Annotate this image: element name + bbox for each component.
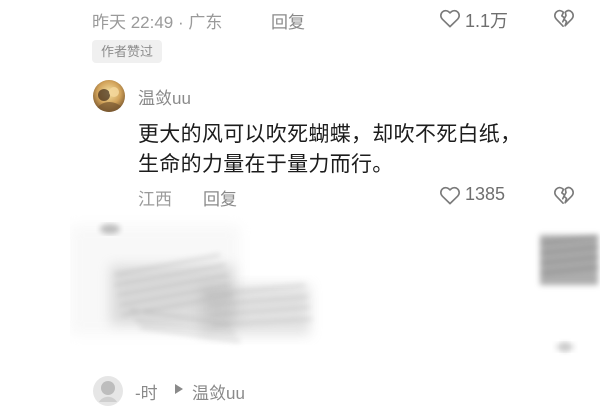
reply-button[interactable]: 回复	[271, 8, 305, 33]
heart-outline-icon	[440, 9, 460, 28]
play-arrow-icon	[173, 383, 185, 395]
broken-heart-icon	[554, 186, 574, 204]
obscured-content	[70, 215, 600, 375]
scribble-redaction	[70, 224, 599, 353]
comment-location: 江西	[138, 190, 172, 209]
like-count: 1.1万	[465, 11, 509, 31]
like-button[interactable]	[438, 184, 462, 206]
avatar[interactable]	[93, 80, 125, 112]
like-button[interactable]	[438, 7, 462, 29]
reply-to-username[interactable]: 温敛uu	[192, 379, 245, 404]
reply-username[interactable]: -时	[135, 379, 158, 404]
dislike-button[interactable]	[552, 184, 576, 206]
comment-text-line-1: 更大的风可以吹死蝴蝶，却吹不死白纸，	[138, 123, 522, 146]
like-count: 1385	[465, 184, 506, 204]
comment-text-line-2: 生命的力量在于量力而行。	[138, 153, 394, 176]
comment-username[interactable]: 温敛uu	[138, 84, 191, 109]
author-liked-badge: 作者赞过	[92, 40, 163, 63]
avatar-image	[93, 376, 123, 406]
broken-heart-icon	[554, 9, 574, 27]
reply-button[interactable]: 回复	[203, 185, 237, 210]
avatar-image	[93, 80, 125, 112]
dislike-button[interactable]	[552, 7, 576, 29]
heart-outline-icon	[440, 186, 460, 205]
avatar[interactable]	[93, 376, 123, 406]
comment-time-location: 昨天 22:49 · 广东	[92, 13, 223, 32]
